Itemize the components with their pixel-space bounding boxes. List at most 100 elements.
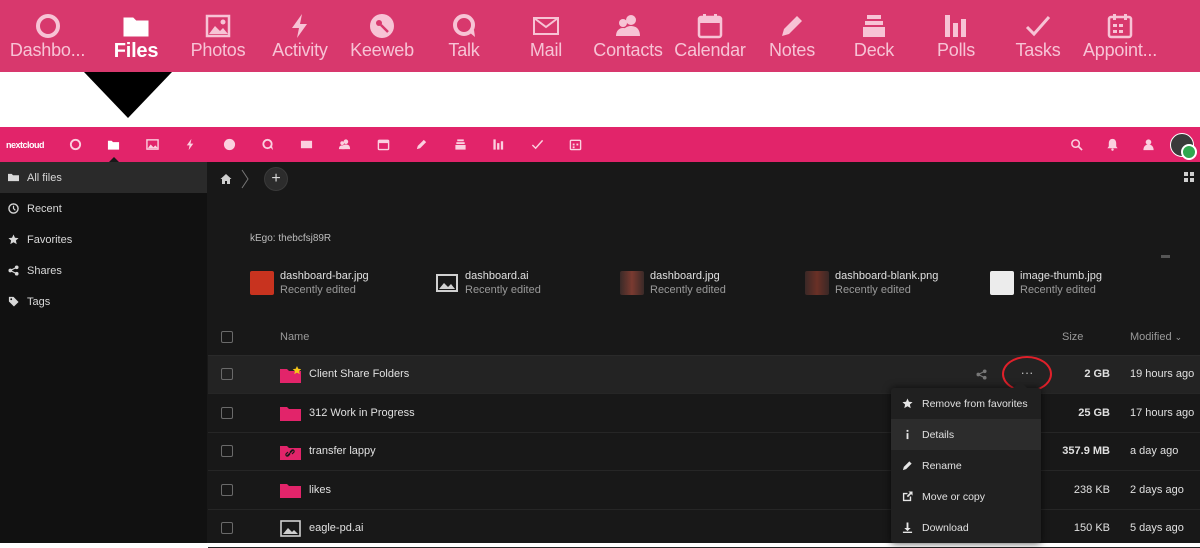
recent-file[interactable]: dashboard-blank.png Recently edited [805, 270, 990, 296]
app-calendar[interactable]: Calendar [669, 0, 751, 72]
app-label: Mail [529, 40, 563, 60]
more-actions-button[interactable]: ··· [1002, 356, 1052, 393]
row-checkbox[interactable] [221, 445, 233, 458]
header-app-photos[interactable] [133, 127, 172, 162]
nextcloud-logo[interactable]: nextcloud [0, 140, 56, 150]
app-label: Keeweb [350, 40, 414, 60]
download-icon [902, 522, 913, 533]
avatar[interactable] [1170, 132, 1197, 160]
sidebar-item-recent[interactable]: Recent [0, 193, 207, 224]
file-name: likes [309, 483, 332, 496]
menu-item-details[interactable]: Details [891, 419, 1041, 450]
file-name: transfer lappy [309, 445, 376, 458]
recent-file-status: Recently edited [280, 284, 356, 296]
file-modified: 17 hours ago [1122, 393, 1200, 433]
header-app-dashboard[interactable] [56, 127, 95, 162]
recent-file[interactable]: dashboard.jpg Recently edited [620, 270, 805, 296]
app-files[interactable]: Files [95, 0, 177, 72]
new-file-button[interactable]: + [264, 167, 288, 191]
notifications-button[interactable] [1094, 127, 1130, 162]
sidebar-item-tags[interactable]: Tags [0, 286, 207, 317]
app-mail[interactable]: Mail [505, 0, 587, 72]
table-row[interactable]: 312 Work in Progress 25 GB 17 hours ago [208, 393, 1200, 433]
row-checkbox[interactable] [221, 522, 233, 535]
app-label: Talk [448, 40, 480, 60]
header-app-deck[interactable] [441, 127, 480, 162]
column-header-size[interactable]: Size [1062, 319, 1122, 356]
app-tasks[interactable]: Tasks [997, 0, 1079, 72]
app-notes[interactable]: Notes [751, 0, 833, 72]
app-talk[interactable]: Talk [423, 0, 505, 72]
header-app-contacts[interactable] [326, 127, 365, 162]
table-row[interactable]: Client Share Folders ··· 2 GB 19 hours a… [208, 355, 1200, 394]
header-app-tasks[interactable] [518, 127, 557, 162]
menu-item-label: Remove from favorites [922, 397, 1028, 410]
file-modified: 5 days ago [1122, 509, 1200, 548]
share-icon[interactable] [976, 369, 987, 380]
sort-indicator-icon: ⌄ [1174, 331, 1183, 342]
header-app-calendar[interactable] [364, 127, 403, 162]
favorite-folder-icon [280, 365, 301, 383]
app-deck[interactable]: Deck [833, 0, 915, 72]
sidebar-item-all-files[interactable]: All files [0, 162, 207, 193]
pencil-icon [417, 139, 427, 150]
row-checkbox[interactable] [221, 368, 233, 381]
sidebar-item-label: All files [27, 171, 62, 184]
app-activity[interactable]: Activity [259, 0, 341, 72]
contacts-icon [339, 139, 351, 150]
recent-file[interactable]: dashboard-bar.jpg Recently edited [250, 270, 435, 296]
pencil-icon [902, 461, 912, 471]
clock-icon [8, 203, 19, 214]
row-checkbox[interactable] [221, 406, 233, 419]
image-icon [280, 519, 301, 537]
header-app-keeweb[interactable] [210, 127, 249, 162]
app-keeweb[interactable]: Keeweb [341, 0, 423, 72]
table-row[interactable]: transfer lappy 357.9 MB a day ago [208, 432, 1200, 471]
header-app-activity[interactable] [172, 127, 211, 162]
polls-icon [942, 12, 970, 40]
sidebar-item-favorites[interactable]: Favorites [0, 224, 207, 255]
header-app-talk[interactable] [249, 127, 288, 162]
key-icon [223, 138, 235, 151]
menu-item-rename[interactable]: Rename [891, 450, 1041, 481]
header-app-mail[interactable] [287, 127, 326, 162]
header-app-appointments[interactable] [557, 127, 596, 162]
app-label: Photos [190, 40, 246, 60]
table-row[interactable]: eagle-pd.ai 150 KB 5 days ago [208, 509, 1200, 548]
app-dashboard[interactable]: Dashbo... [0, 0, 95, 72]
column-header-name[interactable]: Name [280, 319, 852, 356]
header-app-polls[interactable] [480, 127, 519, 162]
contacts-icon [614, 12, 642, 40]
menu-item-remove-favorite[interactable]: Remove from favorites [891, 388, 1041, 419]
recent-file-name: image-thumb.jpg [1020, 270, 1102, 282]
grid-view-icon[interactable] [1184, 172, 1194, 182]
app-contacts[interactable]: Contacts [587, 0, 669, 72]
sidebar-item-shares[interactable]: Shares [0, 255, 207, 286]
breadcrumb: + [220, 167, 288, 191]
row-checkbox[interactable] [221, 483, 233, 496]
column-header-modified[interactable]: Modified ⌄ [1122, 319, 1200, 356]
files-sidebar: All files Recent Favorites Shares Tags [0, 162, 207, 543]
recent-collapse-handle[interactable] [1161, 255, 1170, 258]
app-appointments[interactable]: Appoint... [1079, 0, 1161, 72]
select-all-checkbox[interactable] [221, 330, 233, 343]
dashboard-icon [69, 138, 81, 151]
menu-item-download[interactable]: Download [891, 512, 1041, 543]
home-icon[interactable] [220, 173, 232, 185]
header-app-files[interactable] [95, 127, 134, 162]
star-icon [8, 234, 19, 245]
folder-icon [8, 173, 19, 182]
contacts-icon [1142, 139, 1154, 151]
sidebar-item-label: Shares [27, 264, 62, 277]
file-modified: 19 hours ago [1122, 355, 1200, 394]
recent-file[interactable]: dashboard.ai Recently edited [435, 270, 620, 296]
app-polls[interactable]: Polls [915, 0, 997, 72]
recent-file[interactable]: image-thumb.jpg Recently edited [990, 270, 1175, 296]
contacts-menu-button[interactable] [1130, 127, 1166, 162]
app-photos[interactable]: Photos [177, 0, 259, 72]
deck-icon [860, 12, 888, 40]
header-app-notes[interactable] [403, 127, 442, 162]
table-row[interactable]: likes 238 KB 2 days ago [208, 470, 1200, 510]
search-button[interactable] [1058, 127, 1094, 162]
menu-item-move-or-copy[interactable]: Move or copy [891, 481, 1041, 512]
